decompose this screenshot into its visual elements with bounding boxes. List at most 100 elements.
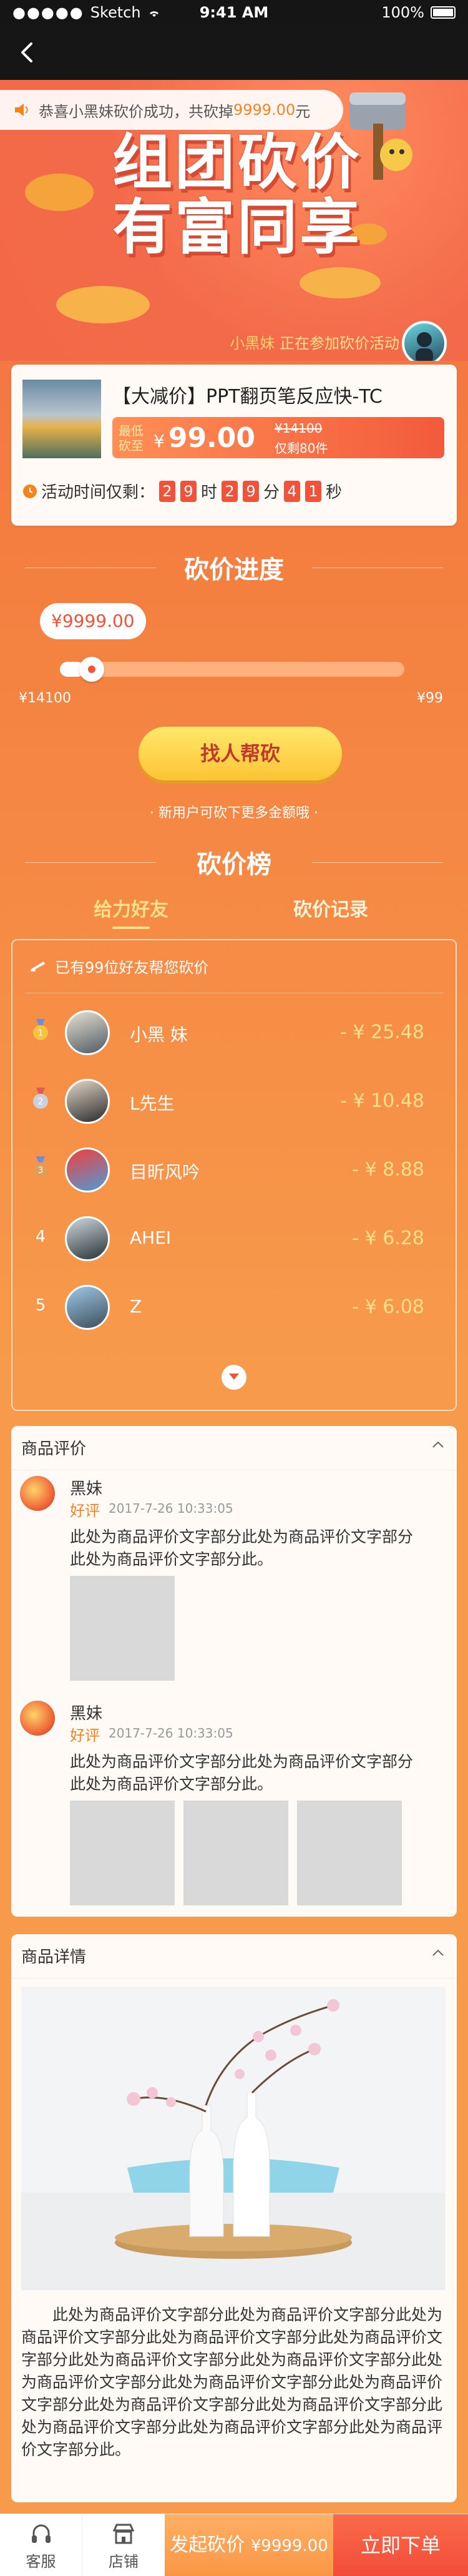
reviewer-name: 黑妹 <box>70 1480 103 1498</box>
svg-text:3: 3 <box>38 1166 44 1176</box>
leaderboard-row[interactable]: 1 小黑 妹 - ¥ 25.48 <box>12 996 456 1065</box>
avatar-figure <box>416 332 433 361</box>
service-label: 客服 <box>26 2553 56 2570</box>
customer-service-button[interactable]: 客服 <box>0 2514 82 2576</box>
battery-percent: 100% <box>381 4 424 21</box>
start-bargain-price: ¥9999.00 <box>250 2537 328 2555</box>
product-card[interactable]: 【大减价】PPT翻页笔反应快-TC 最低砍至 ¥99.00 ¥14100 仅剩8… <box>11 365 457 526</box>
leaderboard-tabs: 给力好友 砍价记录 <box>0 894 468 929</box>
start-bargain-label: 发起砍价 <box>170 2534 245 2556</box>
battery-icon <box>431 6 456 19</box>
countdown-digit: 9 <box>180 480 197 502</box>
product-title: 【大减价】PPT翻页笔反应快-TC <box>112 386 383 408</box>
review-text: 此处为商品评价文字部分此处为商品评价文字部分此处为商品评价文字部分此。 <box>70 1753 414 1793</box>
leaderboard-row[interactable]: 5 Z - ¥ 6.08 <box>12 1271 456 1340</box>
speaker-icon <box>15 104 28 116</box>
rank-number: 5 <box>35 1296 46 1315</box>
reviews-panel: 商品评价 黑妹 好评 2017-7-26 10:33:05 此处为商品评价文字部… <box>11 1426 457 1917</box>
rank-name: AHEI <box>130 1227 172 1248</box>
review-date: 2017-7-26 10:33:05 <box>109 1726 233 1741</box>
tab-records[interactable]: 砍价记录 <box>237 894 424 922</box>
silver-medal-icon: 2 <box>33 1088 48 1109</box>
product-image[interactable] <box>22 380 101 458</box>
buy-now-button[interactable]: 立即下单 <box>333 2514 468 2576</box>
review-rating-tag: 好评 <box>70 1502 100 1520</box>
avatar <box>65 1079 110 1124</box>
review-image[interactable] <box>70 1801 175 1905</box>
progress-current-bubble: ¥9999.00 <box>40 603 146 639</box>
shop-label: 店铺 <box>109 2553 139 2570</box>
progress-start-price: ¥14100 <box>19 691 71 706</box>
rank-amount: - ¥ 6.08 <box>352 1296 424 1318</box>
review-rating-tag: 好评 <box>70 1727 100 1744</box>
rank-amount: - ¥ 8.88 <box>352 1159 424 1181</box>
original-price: ¥14100 <box>275 421 323 436</box>
notice-amount: 9999.00 <box>233 101 296 119</box>
countdown-digit: 1 <box>305 480 322 502</box>
expand-list-button[interactable] <box>222 1365 246 1390</box>
product-detail-text: 此处为商品评价文字部分此处为商品评价文字部分此处为商品评价文字部分此处为商品评价… <box>21 2306 443 2459</box>
divider <box>11 1978 457 1979</box>
review-image[interactable] <box>70 1576 175 1681</box>
countdown-digit: 9 <box>243 480 260 502</box>
back-arrow-icon[interactable] <box>16 41 39 64</box>
leaderboard-row[interactable]: 2 L先生 - ¥ 10.48 <box>12 1065 456 1134</box>
leaderboard-row[interactable]: 3 目昕风吟 - ¥ 8.88 <box>12 1134 456 1202</box>
chevron-up-icon[interactable] <box>432 1440 444 1448</box>
signal-dots: ●●●●● <box>12 4 84 21</box>
svg-text:2: 2 <box>38 1097 44 1107</box>
avatar <box>65 1010 110 1055</box>
shop-button[interactable]: 店铺 <box>82 2514 165 2576</box>
progress-end-price: ¥99 <box>417 691 443 706</box>
details-panel: 商品详情 此处为商品评价文字部分此处为商品评价文字部分此处为商品评价文字部分此处… <box>11 1934 457 2502</box>
tab-friends[interactable]: 给力好友 <box>37 894 225 922</box>
participant-name: 小黑妹 <box>230 335 275 352</box>
review-image[interactable] <box>183 1801 288 1905</box>
reviewer-avatar <box>20 1701 55 1736</box>
bottom-action-bar: 客服 店铺 发起砍价 ¥9999.00 立即下单 <box>0 2514 468 2576</box>
countdown-unit: 秒 <box>326 483 343 502</box>
nav-bar <box>0 25 468 80</box>
helper-count-text: 已有99位好友帮您砍价 <box>55 959 209 976</box>
price-value: 99.00 <box>168 422 256 454</box>
review-date: 2017-7-26 10:33:05 <box>109 1501 233 1516</box>
start-bargain-button[interactable]: 发起砍价 ¥9999.00 <box>165 2514 333 2576</box>
vase-illustration <box>21 1987 446 2290</box>
reviewer-name: 黑妹 <box>70 1704 103 1723</box>
new-user-tip: · 新用户可砍下更多金额哦 · <box>150 805 318 821</box>
hero-title-line2: 有富同享 <box>112 192 362 262</box>
rank-name: Z <box>130 1296 142 1317</box>
review-item: 黑妹 好评 2017-7-26 10:33:05 此处为商品评价文字部分此处为商… <box>11 1476 457 1682</box>
review-text: 此处为商品评价文字部分此处为商品评价文字部分此处为商品评价文字部分此。 <box>70 1528 414 1568</box>
active-tab-indicator <box>112 927 150 929</box>
progress-knob <box>79 657 104 682</box>
gold-medal-icon: 1 <box>33 1019 48 1040</box>
success-notice: 恭喜小黑妹砍价成功，共砍掉 9999.00 元 <box>0 90 343 130</box>
countdown-digit: 2 <box>159 480 176 502</box>
hero-title-line1: 组团砍价 <box>112 127 362 197</box>
rank-amount: - ¥ 6.28 <box>352 1227 424 1249</box>
review-image[interactable] <box>297 1801 402 1905</box>
avatar <box>65 1285 110 1330</box>
avatar <box>65 1148 110 1192</box>
clock: 9:41 AM <box>199 4 269 21</box>
chevron-up-icon[interactable] <box>432 1948 444 1957</box>
lowest-price-label: 最低砍至 <box>119 423 144 453</box>
board-header: 已有99位好友帮您砍价 <box>30 955 209 977</box>
participant-text: 正在参加砍价活动 <box>280 335 399 352</box>
status-bar: ●●●●● Sketch 9:41 AM 100% <box>0 0 468 25</box>
rank-name: L先生 <box>130 1093 175 1114</box>
cloud-decoration <box>25 174 94 211</box>
countdown-unit: 分 <box>263 483 280 502</box>
rank-name: 目昕风吟 <box>130 1162 200 1182</box>
progress-title: 砍价进度 <box>0 549 468 586</box>
price-bar: 最低砍至 ¥99.00 ¥14100 仅剩80件 <box>112 417 444 458</box>
svg-text:1: 1 <box>38 1028 44 1038</box>
countdown-digit: 4 <box>284 480 301 502</box>
store-icon <box>112 2524 135 2544</box>
participant-avatar[interactable] <box>402 321 447 361</box>
find-helper-button[interactable]: 找人帮砍 <box>139 727 342 780</box>
rank-amount: - ¥ 10.48 <box>340 1090 424 1112</box>
bargain-price: ¥99.00 <box>154 422 255 454</box>
leaderboard-row[interactable]: 4 AHEI - ¥ 6.28 <box>12 1202 456 1271</box>
